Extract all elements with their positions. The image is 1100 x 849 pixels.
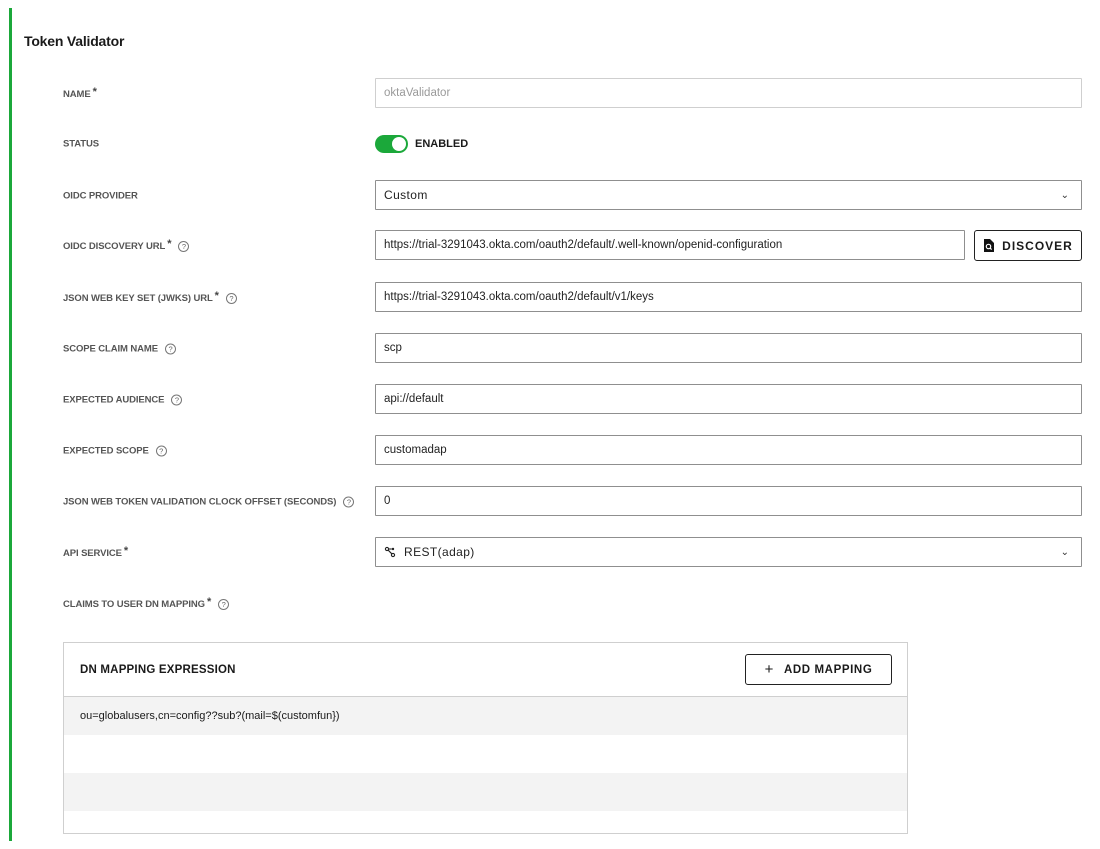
api-service-value: REST(adap) bbox=[404, 545, 475, 559]
api-service-label-text: API SERVICE bbox=[63, 547, 122, 559]
api-service-row: API SERVICE * REST(adap) ⌄ bbox=[0, 537, 1100, 569]
clock-offset-label: JSON WEB TOKEN VALIDATION CLOCK OFFSET (… bbox=[63, 496, 355, 508]
dn-mapping-column-header: DN MAPPING EXPRESSION bbox=[80, 663, 236, 676]
expected-audience-label: EXPECTED AUDIENCE? bbox=[63, 394, 183, 406]
chevron-down-icon: ⌄ bbox=[1060, 546, 1069, 558]
help-icon[interactable]: ? bbox=[171, 394, 183, 406]
plus-icon: + bbox=[764, 661, 774, 678]
scope-claim-input[interactable]: scp bbox=[375, 333, 1082, 363]
help-icon[interactable]: ? bbox=[165, 343, 176, 355]
help-icon[interactable]: ? bbox=[178, 240, 190, 252]
document-search-icon bbox=[984, 239, 995, 252]
expected-scope-row: EXPECTED SCOPE? customadap bbox=[0, 435, 1100, 467]
help-icon[interactable]: ? bbox=[218, 598, 230, 610]
api-service-select[interactable]: REST(adap) ⌄ bbox=[375, 537, 1082, 567]
table-row bbox=[64, 773, 907, 811]
required-marker: * bbox=[214, 290, 219, 302]
expected-audience-input[interactable]: api://default bbox=[375, 384, 1082, 414]
status-row: STATUS ENABLED bbox=[0, 128, 1100, 160]
oidc-discovery-row: OIDC DISCOVERY URL *? https://trial-32910… bbox=[0, 230, 1100, 262]
required-marker: * bbox=[167, 238, 172, 250]
claims-mapping-row: CLAIMS TO USER DN MAPPING *? bbox=[0, 588, 1100, 620]
help-icon[interactable]: ? bbox=[225, 292, 237, 304]
claims-mapping-label-text: CLAIMS TO USER DN MAPPING bbox=[63, 598, 205, 610]
chevron-down-icon: ⌄ bbox=[1060, 189, 1069, 201]
status-toggle-text: ENABLED bbox=[415, 138, 469, 150]
table-header: DN MAPPING EXPRESSION + ADD MAPPING bbox=[64, 643, 907, 697]
api-connection-icon bbox=[384, 546, 396, 558]
dn-mapping-table: DN MAPPING EXPRESSION + ADD MAPPING ou=g… bbox=[63, 642, 908, 834]
jwks-url-input[interactable]: https://trial-3291043.okta.com/oauth2/de… bbox=[375, 282, 1082, 312]
expected-audience-label-text: EXPECTED AUDIENCE bbox=[63, 394, 165, 406]
table-row bbox=[64, 735, 907, 773]
required-marker: * bbox=[206, 596, 212, 608]
jwks-url-row: JSON WEB KEY SET (JWKS) URL *? https://tr… bbox=[0, 282, 1100, 314]
name-field[interactable]: oktaValidator bbox=[375, 78, 1082, 108]
oidc-discovery-label: OIDC DISCOVERY URL *? bbox=[63, 238, 190, 252]
table-row[interactable]: ou=globalusers,cn=config??sub?(mail=$(cu… bbox=[64, 697, 907, 735]
expected-scope-label: EXPECTED SCOPE? bbox=[63, 445, 167, 457]
help-icon[interactable]: ? bbox=[343, 496, 355, 508]
help-icon[interactable]: ? bbox=[155, 445, 167, 457]
required-marker: * bbox=[123, 545, 129, 557]
status-label: STATUS bbox=[63, 138, 99, 150]
scope-claim-row: SCOPE CLAIM NAME? scp bbox=[0, 333, 1100, 365]
scope-claim-label: SCOPE CLAIM NAME? bbox=[63, 343, 176, 355]
name-label: NAME * bbox=[63, 86, 97, 100]
add-mapping-button[interactable]: + ADD MAPPING bbox=[745, 654, 892, 685]
clock-offset-input[interactable]: 0 bbox=[375, 486, 1082, 516]
clock-offset-label-text: JSON WEB TOKEN VALIDATION CLOCK OFFSET (… bbox=[63, 496, 337, 508]
add-mapping-button-label: ADD MAPPING bbox=[783, 663, 873, 676]
scope-claim-label-text: SCOPE CLAIM NAME bbox=[63, 343, 158, 355]
toggle-knob bbox=[392, 137, 406, 151]
page-title: Token Validator bbox=[24, 33, 125, 49]
jwks-url-label-text: JSON WEB KEY SET (JWKS) URL bbox=[63, 292, 213, 304]
discover-button-label: DISCOVER bbox=[1002, 238, 1073, 253]
api-service-label: API SERVICE * bbox=[63, 545, 129, 559]
oidc-provider-row: OIDC PROVIDER Custom ⌄ bbox=[0, 180, 1100, 212]
discover-button[interactable]: DISCOVER bbox=[974, 230, 1082, 261]
expected-scope-input[interactable]: customadap bbox=[375, 435, 1082, 465]
oidc-provider-select[interactable]: Custom ⌄ bbox=[375, 180, 1082, 210]
claims-mapping-label: CLAIMS TO USER DN MAPPING *? bbox=[63, 596, 230, 610]
expected-scope-label-text: EXPECTED SCOPE bbox=[63, 445, 149, 457]
expected-audience-row: EXPECTED AUDIENCE? api://default bbox=[0, 384, 1100, 416]
api-service-option: REST(adap) bbox=[384, 545, 475, 559]
clock-offset-row: JSON WEB TOKEN VALIDATION CLOCK OFFSET (… bbox=[0, 486, 1100, 518]
required-marker: * bbox=[92, 86, 97, 98]
oidc-provider-label: OIDC PROVIDER bbox=[63, 190, 138, 202]
jwks-url-label: JSON WEB KEY SET (JWKS) URL *? bbox=[63, 290, 237, 304]
oidc-provider-value: Custom bbox=[384, 188, 428, 202]
oidc-discovery-label-text: OIDC DISCOVERY URL bbox=[63, 240, 166, 252]
table-row bbox=[64, 811, 907, 849]
status-toggle[interactable] bbox=[375, 135, 408, 153]
name-label-text: NAME bbox=[63, 88, 91, 100]
name-row: NAME * oktaValidator bbox=[0, 78, 1100, 110]
oidc-discovery-url-input[interactable]: https://trial-3291043.okta.com/oauth2/de… bbox=[375, 230, 965, 260]
